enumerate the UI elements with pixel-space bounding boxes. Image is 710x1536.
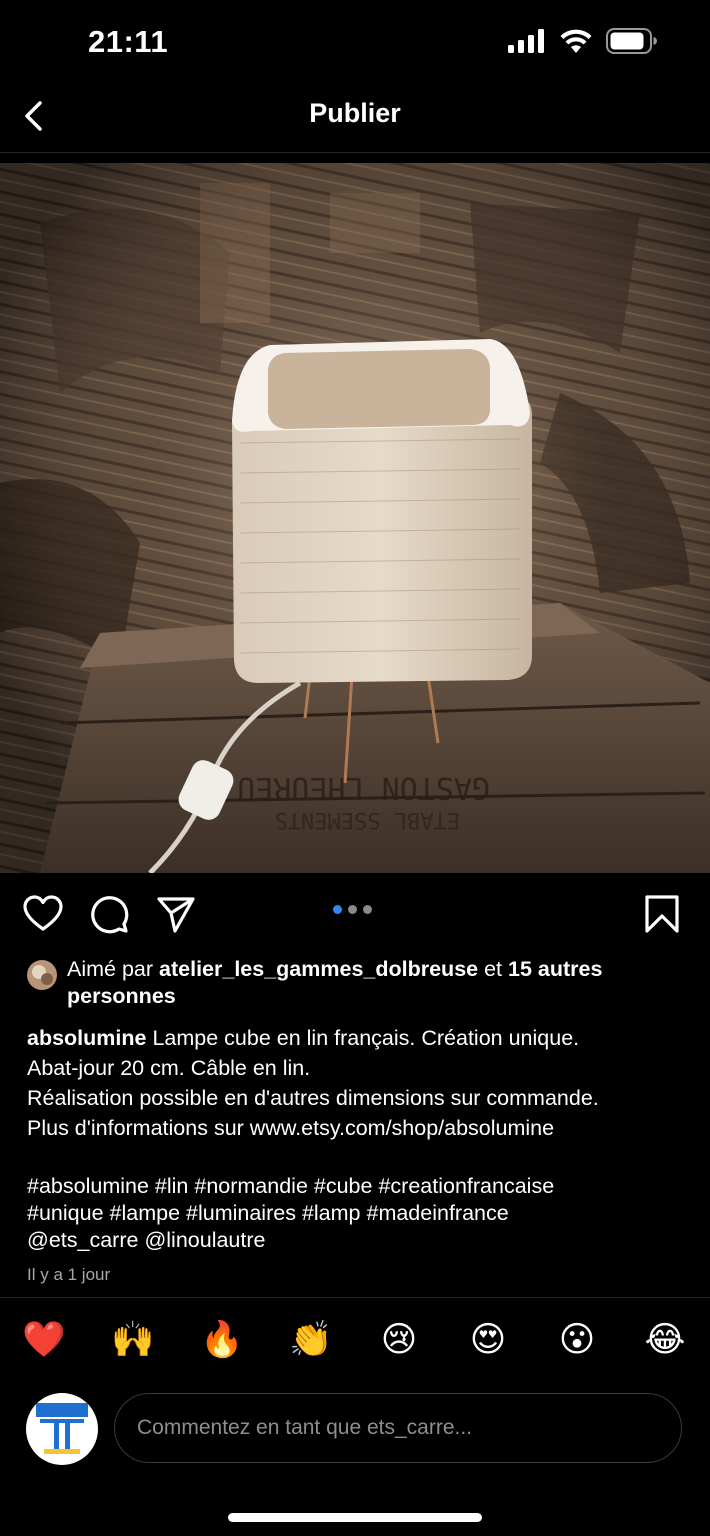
likes-conjunction: et bbox=[478, 957, 508, 981]
status-time: 21:11 bbox=[88, 24, 169, 59]
hashtag[interactable]: #luminaires bbox=[186, 1201, 296, 1225]
reaction-fire[interactable]: 🔥 bbox=[200, 1318, 244, 1362]
hashtag[interactable]: #lamp bbox=[302, 1201, 361, 1225]
post-image[interactable]: GASTON LHEUREU ETABL SSEMENTS bbox=[0, 163, 710, 873]
mention[interactable]: @ets_carre bbox=[27, 1228, 138, 1252]
bookmark-icon[interactable] bbox=[641, 893, 683, 935]
likes-prefix: Aimé par bbox=[67, 957, 160, 981]
battery-icon bbox=[606, 28, 657, 54]
reaction-clap[interactable]: 👏 bbox=[289, 1318, 333, 1362]
reaction-heart[interactable]: ❤️ bbox=[22, 1318, 66, 1362]
lamp-photo: GASTON LHEUREU ETABL SSEMENTS bbox=[0, 163, 710, 873]
hashtags: #absolumine #lin #normandie #cube #creat… bbox=[27, 1173, 692, 1254]
wifi-icon bbox=[560, 29, 592, 53]
page-title: Publier bbox=[309, 98, 401, 128]
status-bar: 21:11 bbox=[0, 0, 710, 84]
reaction-raised-hands[interactable]: 🙌 bbox=[111, 1318, 155, 1362]
hashtag[interactable]: #lampe bbox=[110, 1201, 181, 1225]
mention[interactable]: @linoulautre bbox=[144, 1228, 265, 1252]
nav-header: Publier bbox=[0, 84, 710, 153]
hashtag[interactable]: #lin bbox=[155, 1174, 188, 1198]
home-indicator[interactable] bbox=[228, 1513, 482, 1522]
carousel-indicator bbox=[333, 905, 372, 914]
hashtag[interactable]: #cube bbox=[314, 1174, 373, 1198]
user-avatar[interactable] bbox=[26, 1393, 98, 1465]
hashtag[interactable]: #unique bbox=[27, 1201, 104, 1225]
carousel-dot bbox=[363, 905, 372, 914]
divider bbox=[0, 1297, 710, 1298]
post-actions bbox=[0, 885, 710, 941]
reaction-heart-eyes[interactable]: 😍 bbox=[466, 1318, 510, 1362]
reaction-crying[interactable]: 😢 bbox=[377, 1318, 421, 1362]
comment-bar bbox=[0, 1390, 710, 1468]
paper-plane-icon[interactable] bbox=[155, 893, 197, 935]
carousel-dot-active bbox=[333, 905, 342, 914]
reaction-laughing[interactable]: 😂 bbox=[643, 1318, 687, 1362]
likes-text: Aimé par atelier_les_gammes_dolbreuse et… bbox=[67, 956, 687, 1010]
quick-reactions: ❤️ 🙌 🔥 👏 😢 😍 😮 😂 bbox=[0, 1318, 710, 1370]
svg-text:GASTON LHEUREU: GASTON LHEUREU bbox=[237, 770, 490, 805]
hashtag[interactable]: #madeinfrance bbox=[366, 1201, 508, 1225]
likes-summary[interactable]: Aimé par atelier_les_gammes_dolbreuse et… bbox=[27, 956, 687, 1010]
carousel-dot bbox=[348, 905, 357, 914]
liker-username[interactable]: atelier_les_gammes_dolbreuse bbox=[159, 957, 478, 981]
hashtag[interactable]: #absolumine bbox=[27, 1174, 149, 1198]
hashtag[interactable]: #normandie bbox=[194, 1174, 308, 1198]
signal-icon bbox=[508, 29, 544, 53]
status-icons bbox=[508, 28, 658, 54]
caption-username[interactable]: absolumine bbox=[27, 1026, 146, 1050]
svg-text:ETABL SSEMENTS: ETABL SSEMENTS bbox=[275, 807, 460, 832]
hashtag[interactable]: #creationfrancaise bbox=[378, 1174, 554, 1198]
post-caption: absolumine Lampe cube en lin français. C… bbox=[27, 1023, 692, 1143]
heart-icon[interactable] bbox=[22, 893, 64, 935]
post-timestamp: Il y a 1 jour bbox=[27, 1265, 111, 1284]
reaction-surprised[interactable]: 😮 bbox=[555, 1318, 599, 1362]
comment-input[interactable] bbox=[114, 1393, 682, 1463]
liker-avatar[interactable] bbox=[27, 960, 57, 990]
comment-icon[interactable] bbox=[88, 893, 130, 935]
